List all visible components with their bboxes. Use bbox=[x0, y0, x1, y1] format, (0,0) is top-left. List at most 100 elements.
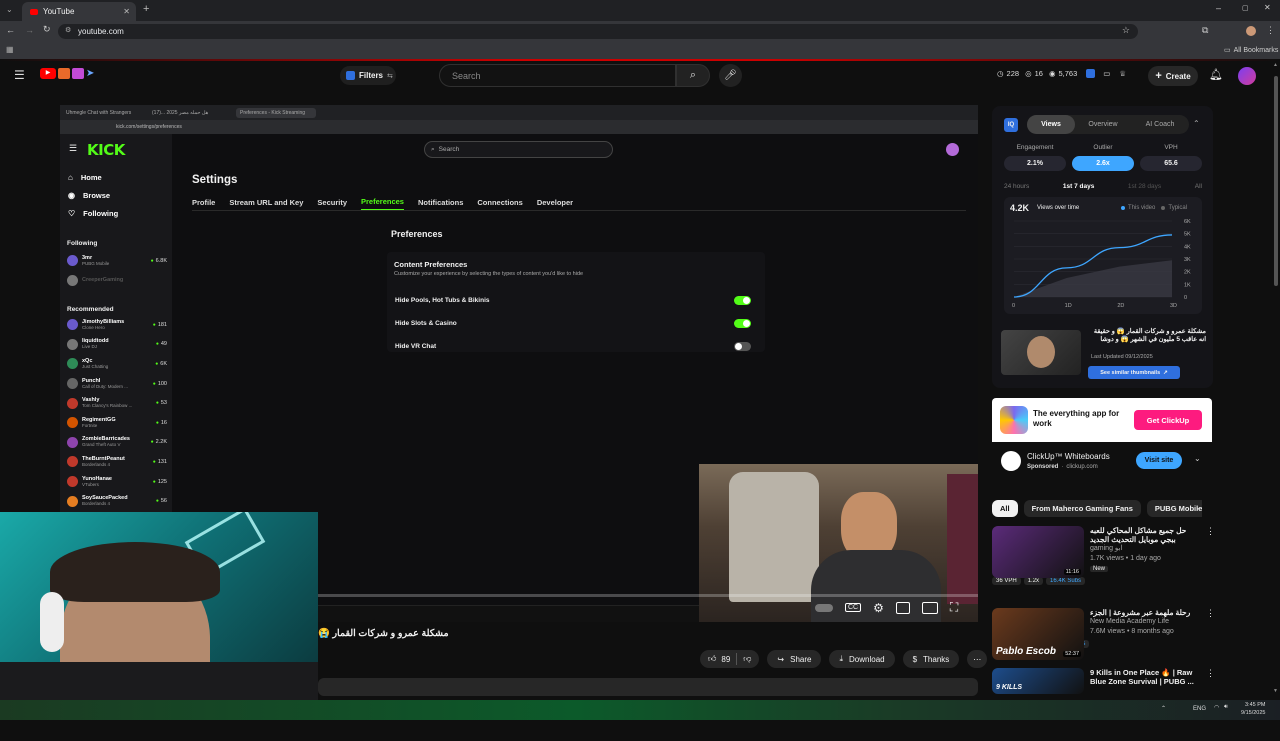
youtube-header: ☰ ▶ ➤ Filters ⇆ Search ⌕ 🎤︎ ◷ 228 ◎ 16 ◉ 5,… bbox=[0, 61, 1280, 91]
fullscreen-icon[interactable]: ⛶ bbox=[950, 600, 958, 615]
scroll-thumb[interactable] bbox=[1274, 76, 1278, 286]
autoplay-toggle[interactable] bbox=[815, 603, 833, 612]
settings-tab-stream-url-and-key: Stream URL and Key bbox=[229, 197, 304, 207]
chevron-right-icon[interactable]: › bbox=[1196, 503, 1199, 513]
metric-value[interactable]: 65.6 bbox=[1140, 156, 1202, 171]
reload-icon[interactable]: ↻ bbox=[43, 24, 51, 35]
clock[interactable]: 3:45 PM 9/15/2025 bbox=[1241, 701, 1265, 717]
kick-channel-row: CreeperGaming bbox=[67, 271, 167, 291]
more-icon[interactable]: ⋮ bbox=[1206, 608, 1215, 619]
nav-label: Following bbox=[83, 208, 119, 218]
chip-all[interactable]: All bbox=[992, 500, 1018, 517]
notifications-bell-icon[interactable]: 🔔︎ bbox=[1209, 68, 1223, 81]
recommended-video[interactable]: 11:16 حل جميع مشاكل المحاكي للعبه ببجي مو… bbox=[992, 526, 1222, 599]
collapse-icon[interactable]: ⌃ bbox=[1193, 119, 1200, 128]
all-bookmarks[interactable]: ▭ All Bookmarks bbox=[1224, 46, 1278, 55]
progress-bar[interactable] bbox=[318, 594, 978, 597]
thanks-button[interactable]: $ Thanks bbox=[902, 650, 960, 668]
wifi-icon[interactable]: ◠ bbox=[1214, 704, 1219, 711]
settings-gear-icon[interactable]: ⚙ bbox=[873, 601, 884, 615]
maximize-icon[interactable]: ▢ bbox=[1242, 4, 1249, 12]
windows-taskbar: ⌃ ENG ◠ 🔊︎ 3:45 PM 9/15/2025 bbox=[0, 700, 1280, 720]
metric-value[interactable]: 2.1% bbox=[1004, 156, 1066, 171]
avatar[interactable] bbox=[1238, 67, 1256, 85]
forward-icon[interactable]: → bbox=[25, 25, 34, 35]
minimize-icon[interactable]: – bbox=[1216, 3, 1221, 13]
tab-list-icon[interactable]: ⌄ bbox=[6, 5, 13, 14]
more-icon[interactable]: ⋮ bbox=[1206, 668, 1215, 679]
video-duration: 52:37 bbox=[1063, 651, 1081, 657]
scroll-down-icon[interactable]: ▼ bbox=[1273, 688, 1278, 694]
browser-menu-icon[interactable]: ⋮ bbox=[1266, 25, 1275, 36]
like-button[interactable]: 👍︎ 89 bbox=[708, 654, 730, 664]
hamburger-icon[interactable]: ☰ bbox=[14, 68, 25, 82]
thumbs-down-icon: 👎︎ bbox=[743, 654, 752, 663]
x-tick-label: 3D bbox=[1170, 303, 1177, 309]
dislike-button[interactable]: 👎︎ bbox=[743, 654, 751, 664]
youtube-logo[interactable]: ▶ ➤ bbox=[40, 68, 94, 79]
range-1st-7-days[interactable]: 1st 7 days bbox=[1063, 183, 1094, 190]
miniplayer-icon[interactable] bbox=[895, 601, 910, 614]
range-24-hours[interactable]: 24 hours bbox=[1004, 183, 1029, 190]
page-scrollbar[interactable]: ▲ ▼ bbox=[1273, 62, 1279, 698]
channel-avatar bbox=[67, 274, 78, 286]
kick-channel-row: YunoHanaeVTubers 125 bbox=[67, 472, 167, 492]
y-tick-label: 3K bbox=[1184, 257, 1191, 263]
content-preferences-desc: Customize your experience by selecting t… bbox=[394, 271, 584, 277]
back-icon[interactable]: ← bbox=[6, 25, 15, 35]
language-indicator[interactable]: ENG bbox=[1193, 706, 1206, 712]
extensions-icon[interactable]: ⧉ bbox=[1202, 25, 1208, 36]
profile-icon[interactable] bbox=[1246, 26, 1256, 36]
search-button[interactable]: ⌕ bbox=[676, 64, 710, 87]
tab-ai-coach[interactable]: AI Coach bbox=[1131, 121, 1189, 128]
bookmark-star-icon[interactable]: ☆ bbox=[1122, 25, 1130, 36]
description-box[interactable] bbox=[318, 678, 978, 696]
channel-game: Call of Duty: Modern ... bbox=[82, 383, 129, 389]
volume-icon[interactable]: 🔊︎ bbox=[1224, 704, 1228, 711]
search-input[interactable]: Search bbox=[439, 64, 676, 87]
video-thumbnail[interactable]: Pablo Escob 52:37 bbox=[992, 608, 1084, 660]
theater-mode-icon[interactable] bbox=[921, 601, 938, 614]
video-thumbnail[interactable]: 11:16 bbox=[992, 526, 1084, 578]
create-button[interactable]: + Create bbox=[1148, 66, 1198, 86]
following-heading: Following bbox=[67, 240, 98, 247]
range-all[interactable]: All bbox=[1195, 183, 1202, 190]
tray-chevron-icon[interactable]: ⌃ bbox=[1161, 705, 1166, 712]
views-dropdown[interactable]: Views over time bbox=[1037, 205, 1079, 211]
browser-tab-youtube[interactable]: YouTube ✕ bbox=[22, 2, 136, 21]
channel-avatar bbox=[67, 358, 78, 370]
new-tab-icon[interactable]: + bbox=[143, 3, 149, 15]
ad-banner[interactable]: The everything app for work Get ClickUp bbox=[992, 398, 1212, 442]
metric-value[interactable]: 2.6x bbox=[1072, 156, 1134, 171]
get-clickup-button[interactable]: Get ClickUp bbox=[1134, 410, 1202, 430]
filters-button[interactable]: Filters ⇆ bbox=[340, 66, 396, 85]
chevron-down-icon[interactable]: ⌄ bbox=[1194, 454, 1201, 463]
chip-from-maherco-gaming-fans[interactable]: From Maherco Gaming Fans bbox=[1023, 500, 1141, 517]
more-icon[interactable]: ⋮ bbox=[1206, 526, 1215, 537]
video-thumbnail[interactable]: 9 KILLS bbox=[992, 668, 1084, 694]
close-icon[interactable]: ✕ bbox=[123, 7, 130, 16]
more-actions-button[interactable]: ⋯ bbox=[967, 650, 988, 668]
range-1st-28-days[interactable]: 1st 28 days bbox=[1128, 183, 1161, 190]
visit-site-button[interactable]: Visit site bbox=[1136, 452, 1182, 469]
tab-overview[interactable]: Overview bbox=[1075, 121, 1131, 128]
preference-label: Hide VR Chat bbox=[395, 343, 437, 350]
share-button[interactable]: ↪ Share bbox=[767, 650, 822, 668]
captions-icon[interactable]: CC bbox=[845, 603, 862, 612]
vidiq-stats[interactable]: ◷ 228 ◎ 16 ◉ 5,763 ▭ ♕ bbox=[997, 69, 1126, 78]
window-close-icon[interactable]: ✕ bbox=[1264, 3, 1271, 12]
video-title: رحلة ملهمة عبر مشروعة | الجزء bbox=[1090, 608, 1191, 617]
apps-icon[interactable]: ▦ bbox=[6, 45, 14, 54]
vidiq-panel: IQ Views Overview AI Coach ⌃ Engagement 2… bbox=[992, 106, 1213, 388]
video-views-age: 1.7K views • 1 day ago bbox=[1090, 555, 1161, 562]
download-button[interactable]: ⤓ Download bbox=[829, 650, 895, 668]
tab-views[interactable]: Views bbox=[1027, 115, 1075, 134]
site-info-icon[interactable]: ⚙ bbox=[65, 26, 71, 34]
x-tick-label: 0 bbox=[1012, 303, 1015, 309]
similar-thumbnails-button[interactable]: See similar thumbnails ↗ bbox=[1088, 366, 1180, 379]
chip-pubg-mobile[interactable]: PUBG Mobile bbox=[1146, 500, 1202, 517]
voice-search-button[interactable]: 🎤︎ bbox=[719, 64, 742, 87]
scroll-up-icon[interactable]: ▲ bbox=[1273, 62, 1278, 68]
kick-nav-browse: ◉ Browse bbox=[68, 186, 168, 204]
address-bar[interactable]: ⚙ youtube.com ☆ bbox=[58, 24, 1138, 39]
